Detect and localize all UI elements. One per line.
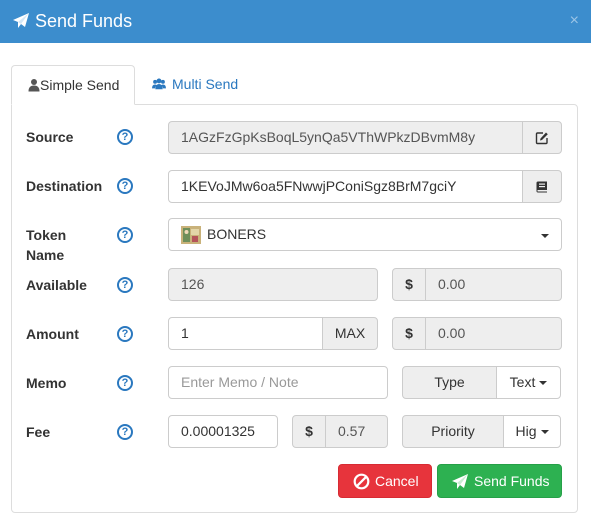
available-label: Available xyxy=(26,277,87,293)
priority-addon: Priority xyxy=(402,415,504,448)
token-select-value: BONERS xyxy=(207,226,267,242)
cancel-button[interactable]: Cancel xyxy=(338,464,432,498)
available-help-icon[interactable]: ? xyxy=(117,277,133,293)
tab-multi-send[interactable]: Multi Send xyxy=(152,65,272,105)
memo-label: Memo xyxy=(26,375,67,391)
memo-input[interactable]: Enter Memo / Note xyxy=(168,366,388,399)
token-icon xyxy=(181,226,201,244)
simple-send-panel xyxy=(11,104,578,513)
amount-help-icon[interactable]: ? xyxy=(117,326,133,342)
fee-usd-field: 0.57 xyxy=(325,415,388,448)
paper-plane-icon xyxy=(13,13,29,28)
edit-icon xyxy=(535,131,548,144)
memo-type-value: Text xyxy=(509,374,536,390)
tab-multi-send-label: Multi Send xyxy=(172,76,239,92)
send-funds-button[interactable]: Send Funds xyxy=(437,464,562,498)
tab-simple-send[interactable]: Simple Send xyxy=(11,65,135,105)
memo-help-icon[interactable]: ? xyxy=(117,375,133,391)
edit-source-button[interactable] xyxy=(522,121,562,154)
send-funds-dialog: Send Funds × Simple Send Multi Send Sour… xyxy=(0,0,591,521)
priority-dropdown[interactable]: Hig xyxy=(503,415,561,448)
tab-simple-send-label: Simple Send xyxy=(40,77,120,93)
amount-label: Amount xyxy=(26,326,79,342)
max-button[interactable]: MAX xyxy=(322,317,378,350)
address-book-button[interactable] xyxy=(522,170,562,203)
amount-usd-field: 0.00 xyxy=(425,317,562,350)
ban-icon xyxy=(353,473,370,490)
user-icon xyxy=(28,79,40,92)
chevron-down-icon xyxy=(541,234,549,238)
available-usd-field: 0.00 xyxy=(425,268,562,301)
paper-plane-icon xyxy=(452,474,468,489)
available-usd-addon: $ xyxy=(392,268,426,301)
amount-input[interactable]: 1 xyxy=(168,317,323,350)
priority-value: Hig xyxy=(515,423,537,439)
users-icon xyxy=(152,78,166,90)
chevron-down-icon xyxy=(539,381,548,386)
send-funds-button-label: Send Funds xyxy=(474,473,550,489)
memo-type-addon: Type xyxy=(402,366,497,399)
close-icon[interactable]: × xyxy=(570,11,579,31)
memo-type-dropdown[interactable]: Text xyxy=(496,366,561,399)
address-book-icon xyxy=(536,181,547,192)
destination-help-icon[interactable]: ? xyxy=(117,178,133,194)
fee-input[interactable]: 0.00001325 xyxy=(168,415,278,448)
dialog-title: Send Funds xyxy=(35,11,133,31)
source-address-field[interactable]: 1AGzFzGpKsBoqL5ynQa5VThWPkzDBvmM8y xyxy=(168,121,523,154)
token-select[interactable]: BONERS xyxy=(168,218,562,251)
token-name-label: Token Name xyxy=(26,227,67,263)
fee-usd-addon: $ xyxy=(292,415,326,448)
chevron-down-icon xyxy=(540,430,549,435)
dialog-header: Send Funds × xyxy=(0,0,591,43)
fee-label: Fee xyxy=(26,424,51,440)
source-help-icon[interactable]: ? xyxy=(117,129,133,145)
cancel-button-label: Cancel xyxy=(375,473,419,489)
amount-usd-addon: $ xyxy=(392,317,426,350)
fee-help-icon[interactable]: ? xyxy=(117,424,133,440)
source-label: Source xyxy=(26,129,74,145)
token-help-icon[interactable]: ? xyxy=(117,227,133,243)
destination-label: Destination xyxy=(26,178,103,194)
available-balance-field: 126 xyxy=(168,268,378,301)
destination-address-input[interactable]: 1KEVoJMw6oa5FNwwjPConiSgz8BrM7gciY xyxy=(168,170,523,203)
